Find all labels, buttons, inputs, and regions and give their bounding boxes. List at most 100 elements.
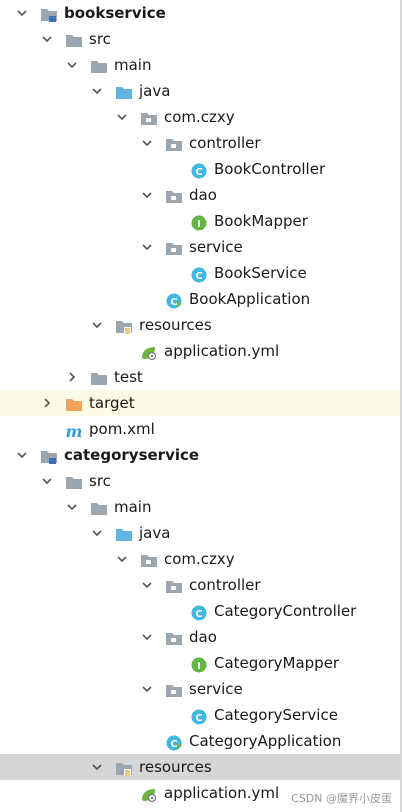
tree-item-label: CategoryService: [214, 706, 338, 724]
chevron-down-icon[interactable]: [89, 312, 105, 338]
chevron-down-icon[interactable]: [89, 520, 105, 546]
chevron-down-icon[interactable]: [139, 624, 155, 650]
chevron-down-icon[interactable]: [89, 78, 105, 104]
svg-text:C: C: [195, 167, 202, 178]
module-folder-icon: [40, 447, 58, 464]
package-icon: [165, 135, 183, 151]
package-icon: [140, 551, 158, 567]
tree-item-label: service: [189, 238, 243, 256]
tree-row[interactable]: service: [0, 234, 402, 260]
tree-row[interactable]: m pom.xml: [0, 416, 402, 442]
resources-folder-icon: [115, 759, 133, 776]
tree-item-label: resources: [139, 758, 212, 776]
tree-row[interactable]: src: [0, 26, 402, 52]
tree-item-label: controller: [189, 576, 261, 594]
tree-row[interactable]: controller: [0, 572, 402, 598]
tree-item-label: dao: [189, 628, 217, 646]
spring-config-icon: [140, 785, 158, 803]
tree-row[interactable]: C CategoryApplication: [0, 728, 402, 754]
tree-row[interactable]: resources: [0, 754, 402, 780]
tree-item-label: application.yml: [164, 784, 280, 802]
chevron-down-icon[interactable]: [64, 494, 80, 520]
class-icon: C: [190, 603, 208, 621]
tree-item-label: application.yml: [164, 342, 280, 360]
svg-text:I: I: [197, 661, 201, 672]
class-icon: C: [190, 161, 208, 179]
svg-text:C: C: [195, 713, 202, 724]
interface-icon: I: [190, 655, 208, 673]
tree-row[interactable]: C BookApplication: [0, 286, 402, 312]
tree-row[interactable]: target: [0, 390, 402, 416]
tree-row[interactable]: com.czxy: [0, 104, 402, 130]
tree-row[interactable]: C BookController: [0, 156, 402, 182]
tree-item-label: com.czxy: [164, 550, 235, 568]
chevron-down-icon[interactable]: [89, 754, 105, 780]
tree-row[interactable]: categoryservice: [0, 442, 402, 468]
chevron-down-icon[interactable]: [139, 182, 155, 208]
tree-row[interactable]: C BookService: [0, 260, 402, 286]
module-folder-icon: [40, 5, 58, 22]
chevron-down-icon[interactable]: [114, 104, 130, 130]
tree-item-label: main: [114, 498, 152, 516]
spring-config-icon: [140, 343, 158, 361]
tree-row[interactable]: com.czxy: [0, 546, 402, 572]
chevron-down-icon[interactable]: [139, 130, 155, 156]
tree-item-label: CategoryMapper: [214, 654, 340, 672]
tree-item-label: com.czxy: [164, 108, 235, 126]
chevron-down-icon[interactable]: [39, 468, 55, 494]
chevron-down-icon[interactable]: [139, 572, 155, 598]
tree-row[interactable]: bookservice: [0, 0, 402, 26]
chevron-down-icon[interactable]: [39, 26, 55, 52]
resources-folder-icon: [115, 317, 133, 334]
tree-row[interactable]: controller: [0, 130, 402, 156]
tree-item-label: java: [139, 524, 171, 542]
tree-row[interactable]: main: [0, 494, 402, 520]
chevron-right-icon[interactable]: [64, 364, 80, 390]
chevron-right-icon[interactable]: [39, 390, 55, 416]
package-icon: [165, 187, 183, 203]
tree-row[interactable]: I CategoryMapper: [0, 650, 402, 676]
package-icon: [140, 109, 158, 125]
tree-row[interactable]: dao: [0, 182, 402, 208]
chevron-down-icon[interactable]: [139, 234, 155, 260]
tree-row[interactable]: application.yml: [0, 338, 402, 364]
tree-row[interactable]: C CategoryService: [0, 702, 402, 728]
class-icon: C: [190, 265, 208, 283]
chevron-down-icon[interactable]: [64, 52, 80, 78]
tree-row[interactable]: java: [0, 78, 402, 104]
tree-item-label: dao: [189, 186, 217, 204]
tree-row[interactable]: I BookMapper: [0, 208, 402, 234]
tree-row[interactable]: java: [0, 520, 402, 546]
class-icon: C: [190, 707, 208, 725]
tree-row[interactable]: test: [0, 364, 402, 390]
tree-item-label: src: [89, 30, 111, 48]
tree-item-label: controller: [189, 134, 261, 152]
project-tree: bookservice src main java com.czxy controller…: [0, 0, 402, 806]
tree-item-label: CategoryApplication: [189, 732, 342, 750]
tree-item-label: main: [114, 56, 152, 74]
tree-row[interactable]: dao: [0, 624, 402, 650]
folder-icon: [65, 31, 83, 47]
tree-row[interactable]: src: [0, 468, 402, 494]
tree-item-label: BookController: [214, 160, 326, 178]
tree-item-label: BookApplication: [189, 290, 311, 308]
source-folder-icon: [115, 525, 133, 541]
svg-text:C: C: [170, 297, 177, 308]
tree-row[interactable]: C CategoryController: [0, 598, 402, 624]
chevron-down-icon[interactable]: [14, 0, 30, 26]
svg-text:I: I: [197, 219, 201, 230]
svg-text:C: C: [170, 739, 177, 750]
chevron-down-icon[interactable]: [139, 676, 155, 702]
chevron-down-icon[interactable]: [14, 442, 30, 468]
tree-row[interactable]: service: [0, 676, 402, 702]
tree-item-label: BookMapper: [214, 212, 308, 230]
tree-item-label: resources: [139, 316, 212, 334]
interface-icon: I: [190, 213, 208, 231]
tree-row[interactable]: resources: [0, 312, 402, 338]
tree-item-label: target: [89, 394, 135, 412]
tree-row[interactable]: main: [0, 52, 402, 78]
chevron-down-icon[interactable]: [114, 546, 130, 572]
folder-icon: [65, 473, 83, 489]
tree-item-label: test: [114, 368, 143, 386]
tree-item-label: categoryservice: [64, 446, 200, 464]
